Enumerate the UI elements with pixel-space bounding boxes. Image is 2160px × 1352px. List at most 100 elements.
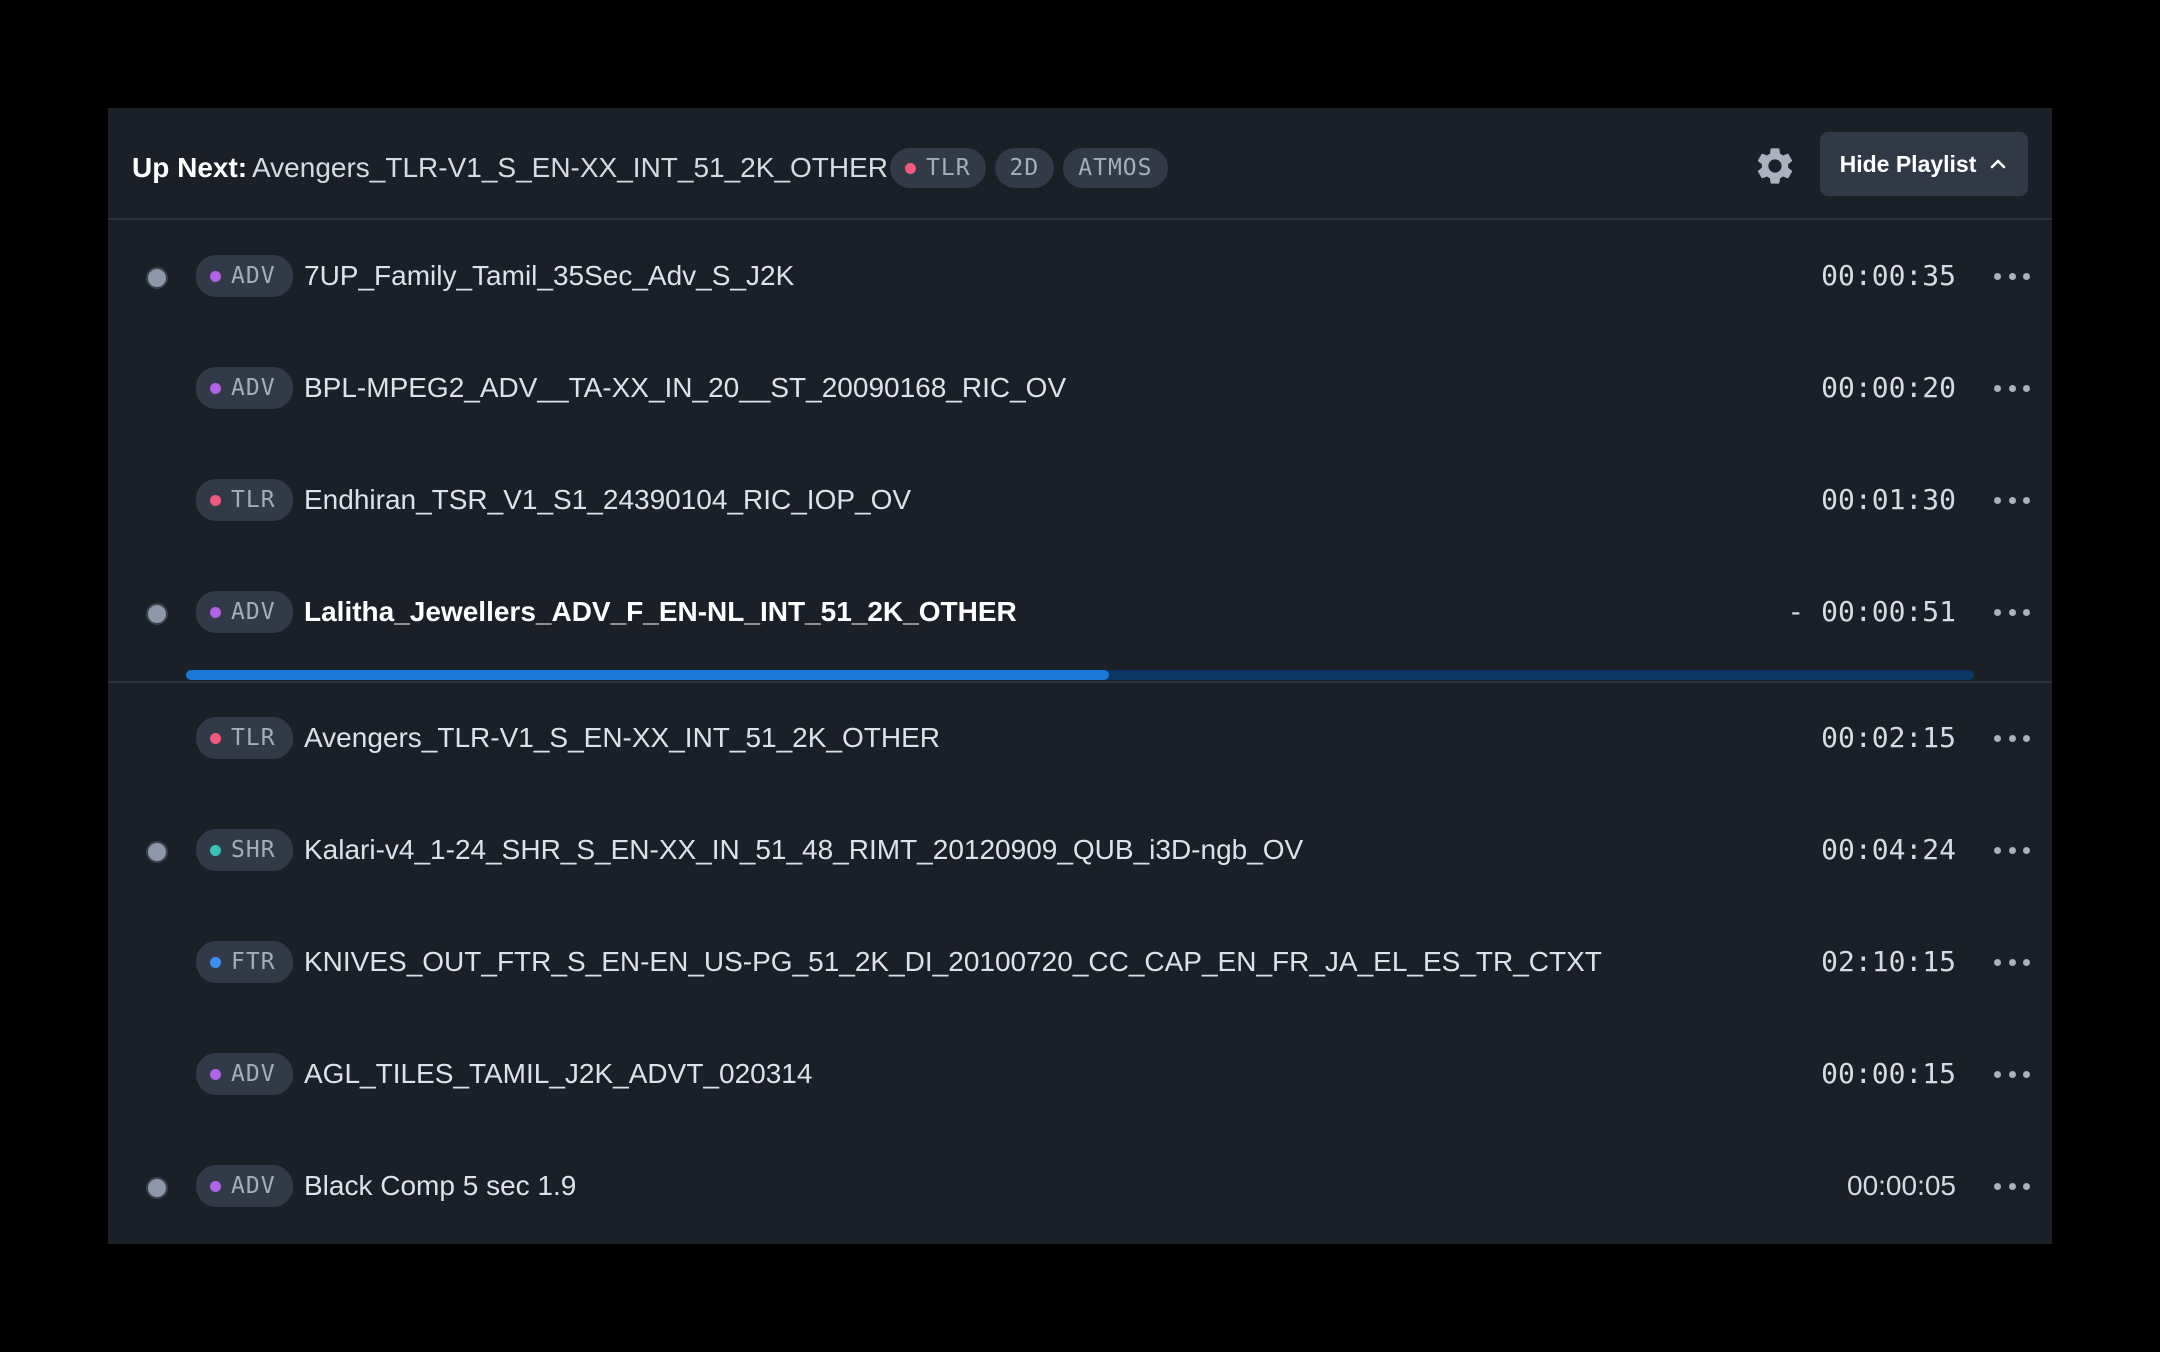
playlist-row[interactable]: ADV BPL-MPEG2_ADV__TA-XX_IN_20__ST_200901… <box>108 332 2052 444</box>
more-dot <box>2008 734 2016 742</box>
type-badge: ADV <box>196 1053 293 1095</box>
more-dot <box>1994 384 2001 392</box>
type-badge-label: ADV <box>231 375 276 401</box>
playlist-row[interactable]: ADV AGL_TILES_TAMIL_J2K_ADVT_020314 00:00:… <box>108 1018 2052 1130</box>
type-badge-label: TLR <box>231 725 276 751</box>
more-dot <box>1994 846 2001 854</box>
more-horizontal-icon[interactable] <box>1988 942 2036 982</box>
more-dot <box>2008 846 2016 854</box>
badge-label: TLR <box>926 155 971 181</box>
type-dot <box>210 494 221 506</box>
status-marker-icon <box>146 603 168 625</box>
more-dot <box>2023 846 2030 854</box>
progress-track[interactable] <box>186 670 1974 680</box>
more-dot <box>2023 958 2030 966</box>
playlist-header: Up Next: Avengers_TLR-V1_S_EN-XX_INT_51_… <box>108 108 2052 220</box>
more-dot <box>2023 384 2030 392</box>
playlist-item-title: BPL-MPEG2_ADV__TA-XX_IN_20__ST_20090168_… <box>304 372 1067 403</box>
type-badge: TLR <box>196 479 293 521</box>
playlist-row[interactable]: ADV 7UP_Family_Tamil_35Sec_Adv_S_J2K 00:00… <box>108 220 2052 332</box>
up-next-label: Up Next: <box>132 152 248 183</box>
more-horizontal-icon[interactable] <box>1988 718 2036 758</box>
hide-playlist-label: Hide Playlist <box>1839 150 1977 177</box>
playlist-row[interactable]: TLR Avengers_TLR-V1_S_EN-XX_INT_51_2K_OTH… <box>108 682 2052 794</box>
more-dot <box>1994 1070 2001 1078</box>
more-dot <box>1994 496 2001 504</box>
duration: 02:10:15 <box>1821 945 1956 978</box>
more-horizontal-icon[interactable] <box>1988 1166 2036 1206</box>
playlist-item-title: Endhiran_TSR_V1_S1_24390104_RIC_IOP_OV <box>304 484 912 515</box>
playlist-item-title: Lalitha_Jewellers_ADV_F_EN-NL_INT_51_2K_… <box>304 596 1017 627</box>
more-horizontal-icon[interactable] <box>1988 480 2036 520</box>
status-marker-icon <box>146 1177 168 1199</box>
playlist-item-title: KNIVES_OUT_FTR_S_EN-EN_US-PG_51_2K_DI_20… <box>304 946 1602 977</box>
more-dot <box>1994 734 2001 742</box>
more-horizontal-icon[interactable] <box>1988 256 2036 296</box>
badge-atmos: ATMOS <box>1063 148 1168 188</box>
type-badge: ADV <box>196 591 293 633</box>
playlist-row[interactable]: ADV Black Comp 5 sec 1.9 00:00:05 <box>108 1130 2052 1242</box>
more-dot <box>2023 496 2030 504</box>
more-dot <box>2008 384 2016 392</box>
more-dot <box>2023 1070 2030 1078</box>
playlist-panel: Up Next: Avengers_TLR-V1_S_EN-XX_INT_51_… <box>108 108 2052 1244</box>
up-next-title: Avengers_TLR-V1_S_EN-XX_INT_51_2K_OTHER <box>252 152 889 183</box>
chevron-up-icon <box>1991 159 2006 169</box>
type-dot <box>210 956 221 968</box>
more-dot <box>2008 958 2016 966</box>
playlist-item-title: 7UP_Family_Tamil_35Sec_Adv_S_J2K <box>304 260 795 291</box>
type-dot <box>210 1068 221 1080</box>
hide-playlist-button[interactable]: Hide Playlist <box>1820 132 2028 196</box>
more-dot <box>2008 608 2016 616</box>
type-dot <box>210 382 221 394</box>
playlist-item-title: Kalari-v4_1-24_SHR_S_EN-XX_IN_51_48_RIMT… <box>304 834 1304 865</box>
type-badge-label: TLR <box>231 487 276 513</box>
type-badge: SHR <box>196 829 293 871</box>
status-marker-icon <box>146 841 168 863</box>
duration: 00:00:35 <box>1821 259 1956 292</box>
more-dot <box>2008 272 2016 280</box>
up-next-badges: TLR 2D ATMOS <box>890 148 1168 188</box>
type-badge-label: SHR <box>231 837 276 863</box>
duration: 00:04:24 <box>1821 833 1956 866</box>
remaining-time: - 00:00:51 <box>1787 595 1956 628</box>
tlr-dot <box>905 162 916 174</box>
more-dot <box>2008 1182 2016 1190</box>
type-badge-label: ADV <box>231 1061 276 1087</box>
type-badge: FTR <box>196 941 293 983</box>
playlist-row-current[interactable]: ADV Lalitha_Jewellers_ADV_F_EN-NL_INT_51_… <box>108 556 2052 668</box>
playlist-item-title: Avengers_TLR-V1_S_EN-XX_INT_51_2K_OTHER <box>304 722 941 753</box>
type-badge: TLR <box>196 717 293 759</box>
more-horizontal-icon[interactable] <box>1988 830 2036 870</box>
badge-tlr: TLR <box>890 148 986 188</box>
more-dot <box>1994 958 2001 966</box>
more-dot <box>2023 1182 2030 1190</box>
type-badge: ADV <box>196 367 293 409</box>
type-badge: ADV <box>196 255 293 297</box>
playlist-row[interactable]: TLR Endhiran_TSR_V1_S1_24390104_RIC_IOP_O… <box>108 444 2052 556</box>
playlist-row[interactable]: SHR Kalari-v4_1-24_SHR_S_EN-XX_IN_51_48_R… <box>108 794 2052 906</box>
current-item-divider <box>108 681 2052 683</box>
type-badge-label: ADV <box>231 1173 276 1199</box>
status-marker-icon <box>146 267 168 289</box>
type-dot <box>210 844 221 856</box>
more-horizontal-icon[interactable] <box>1988 592 2036 632</box>
more-dot <box>2023 272 2030 280</box>
type-badge-label: ADV <box>231 263 276 289</box>
playlist-row[interactable]: FTR KNIVES_OUT_FTR_S_EN-EN_US-PG_51_2K_DI… <box>108 906 2052 1018</box>
more-dot <box>1994 608 2001 616</box>
badge-2d: 2D <box>994 148 1055 188</box>
more-dot <box>2023 734 2030 742</box>
playlist-item-title: Black Comp 5 sec 1.9 <box>304 1170 577 1201</box>
type-badge-label: FTR <box>231 949 276 975</box>
more-dot <box>2008 496 2016 504</box>
gear-icon[interactable] <box>1753 144 1797 188</box>
more-horizontal-icon[interactable] <box>1988 368 2036 408</box>
more-horizontal-icon[interactable] <box>1988 1054 2036 1094</box>
type-dot <box>210 270 221 282</box>
badge-label: ATMOS <box>1078 155 1153 181</box>
type-dot <box>210 732 221 744</box>
duration: 00:00:20 <box>1821 371 1956 404</box>
type-badge: ADV <box>196 1165 293 1207</box>
type-badge-label: ADV <box>231 599 276 625</box>
